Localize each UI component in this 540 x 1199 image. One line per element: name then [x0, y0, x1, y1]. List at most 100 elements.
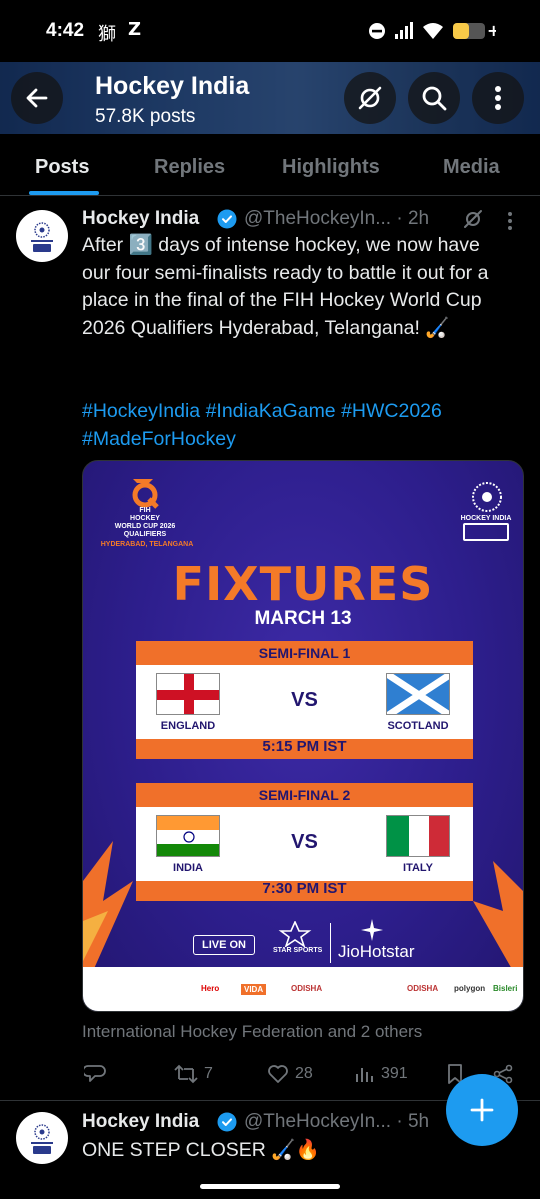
star-sports-logo-icon [278, 921, 312, 947]
event-line: QUALIFIERS [123, 531, 167, 538]
tab-posts[interactable]: Posts [35, 156, 89, 179]
match-stage: SEMI-FINAL 1 [258, 645, 351, 661]
team-name: INDIA [173, 862, 203, 874]
jiohotstar-star-icon [361, 919, 383, 941]
post-text: ONE STEP CLOSER 🏑🔥 [82, 1139, 320, 1161]
more-button[interactable] [472, 72, 524, 124]
star-sports-label: STAR SPORTS [273, 947, 323, 954]
status-icons: + [368, 20, 496, 42]
post-image[interactable]: FIH HOCKEY WORLD CUP 2026 QUALIFIERS HYD… [82, 460, 524, 1012]
post-count: 57.8K posts [95, 106, 196, 127]
grok-button[interactable] [344, 72, 396, 124]
grok-icon [358, 86, 382, 110]
author-name[interactable]: Hockey India [82, 1111, 199, 1133]
post-text: After 3️⃣ days of intense hockey, we now… [82, 234, 494, 339]
active-tab-indicator [29, 191, 99, 195]
italy-flag-icon [386, 815, 450, 857]
match-teams: INDIA VS ITALY [136, 807, 473, 881]
divider [330, 923, 331, 963]
reply-icon [84, 1065, 106, 1082]
like-button[interactable]: 28 [267, 1064, 313, 1084]
profile-tabs: Posts Replies Highlights Media [0, 134, 540, 196]
compose-button[interactable] [446, 1074, 518, 1146]
sponsor-logo: ODISHA [407, 984, 439, 993]
hashtags[interactable]: #HockeyIndia #IndiaKaGame #HWC2026 #Made… [82, 398, 512, 453]
repost-count: 7 [204, 1065, 213, 1082]
dnd-icon [369, 23, 385, 39]
search-button[interactable] [408, 72, 460, 124]
author-handle[interactable]: @TheHockeyIn... · 2h [244, 208, 429, 230]
tab-media[interactable]: Media [443, 156, 500, 179]
view-count: 391 [381, 1065, 408, 1082]
plus-icon [470, 1098, 494, 1122]
match-teams: ENGLAND VS SCOTLAND [136, 665, 473, 739]
svg-text:+: + [487, 21, 496, 40]
event-title: FIH HOCKEY WORLD CUP 2026 QUALIFIERS [83, 507, 207, 539]
sponsor-logo: VIDA [241, 984, 267, 995]
decorative-shards-icon [83, 841, 133, 971]
decorative-shards-icon [473, 861, 523, 971]
sponsor-logo: ODISHA [291, 984, 323, 993]
hashtag-line[interactable]: #HockeyIndia #IndiaKaGame #HWC2026 [82, 398, 512, 426]
verified-badge-icon [217, 1112, 237, 1132]
author-name[interactable]: Hockey India [82, 208, 199, 230]
profile-title: Hockey India [95, 72, 250, 100]
profile-header: Hockey India 57.8K posts [0, 62, 540, 134]
status-bar: 4:42 獅 Z + [0, 0, 540, 62]
repost-button[interactable]: 7 [174, 1064, 213, 1084]
back-button[interactable] [11, 72, 63, 124]
wifi-icon [423, 23, 443, 39]
event-line: FIH [139, 507, 151, 514]
views-icon [356, 1068, 373, 1082]
match-card: SEMI-FINAL 1 ENGLAND VS SCOTLAND 5:15 PM… [136, 641, 473, 759]
search-icon [422, 86, 447, 111]
hashtag-line[interactable]: #MadeForHockey [82, 426, 512, 454]
home-indicator[interactable] [200, 1184, 340, 1189]
tab-replies[interactable]: Replies [154, 156, 225, 179]
fixtures-title: FIXTURES [172, 557, 434, 611]
team-name: SCOTLAND [387, 720, 449, 732]
tab-highlights[interactable]: Highlights [282, 156, 380, 179]
match-time: 7:30 PM IST [262, 880, 347, 897]
heart-icon [268, 1065, 288, 1083]
notification-icon: 獅 [98, 24, 116, 45]
match-time: 5:15 PM IST [262, 738, 347, 755]
event-line: HOCKEY [130, 515, 160, 522]
match-card: SEMI-FINAL 2 INDIA VS ITALY 7:30 PM IST [136, 783, 473, 901]
jiohotstar-label: JioHotstar [338, 942, 415, 961]
notification-icon: Z [128, 19, 142, 40]
author-handle[interactable]: @TheHockeyIn... · 5h [244, 1111, 429, 1133]
avatar[interactable] [16, 210, 68, 262]
tagged-users[interactable]: International Hockey Federation and 2 ot… [82, 1022, 422, 1042]
hockey-india-logo-icon [31, 222, 53, 252]
avatar[interactable] [16, 1112, 68, 1164]
hockey-india-logo-icon [31, 1124, 53, 1154]
reply-button[interactable] [84, 1064, 106, 1084]
fih-qualifiers-logo-icon [132, 479, 159, 509]
hockey-india-sunburst-icon [472, 482, 502, 512]
sponsor-logo: Bisleri [493, 984, 518, 993]
repost-icon [174, 1064, 198, 1084]
event-location: HYDERABAD, TELANGANA [100, 541, 194, 548]
team-name: ITALY [403, 862, 433, 874]
grok-icon[interactable] [463, 209, 483, 229]
scotland-flag-icon [386, 673, 450, 715]
verified-badge-icon [217, 209, 237, 229]
centenary-badge [463, 523, 509, 541]
event-line: WORLD CUP 2026 [114, 523, 176, 530]
fixtures-date: MARCH 13 [254, 608, 352, 629]
signal-icon [395, 22, 413, 39]
match-stage: SEMI-FINAL 2 [258, 787, 351, 803]
hockey-india-label: HOCKEY INDIA [460, 515, 512, 522]
live-on-label: LIVE ON [193, 935, 255, 955]
like-count: 28 [295, 1065, 313, 1082]
sponsor-strip: Hero VIDA ODISHA ODISHA polygon Bisleri [83, 967, 523, 1011]
battery-icon: + [453, 21, 496, 40]
views-button[interactable]: 391 [355, 1064, 408, 1084]
sponsor-logo: Hero [201, 984, 220, 993]
team-name: ENGLAND [160, 720, 216, 732]
arrow-left-icon [26, 88, 48, 108]
status-time: 4:42 [46, 20, 85, 41]
more-vertical-icon[interactable] [507, 211, 513, 231]
more-vertical-icon [495, 86, 501, 110]
